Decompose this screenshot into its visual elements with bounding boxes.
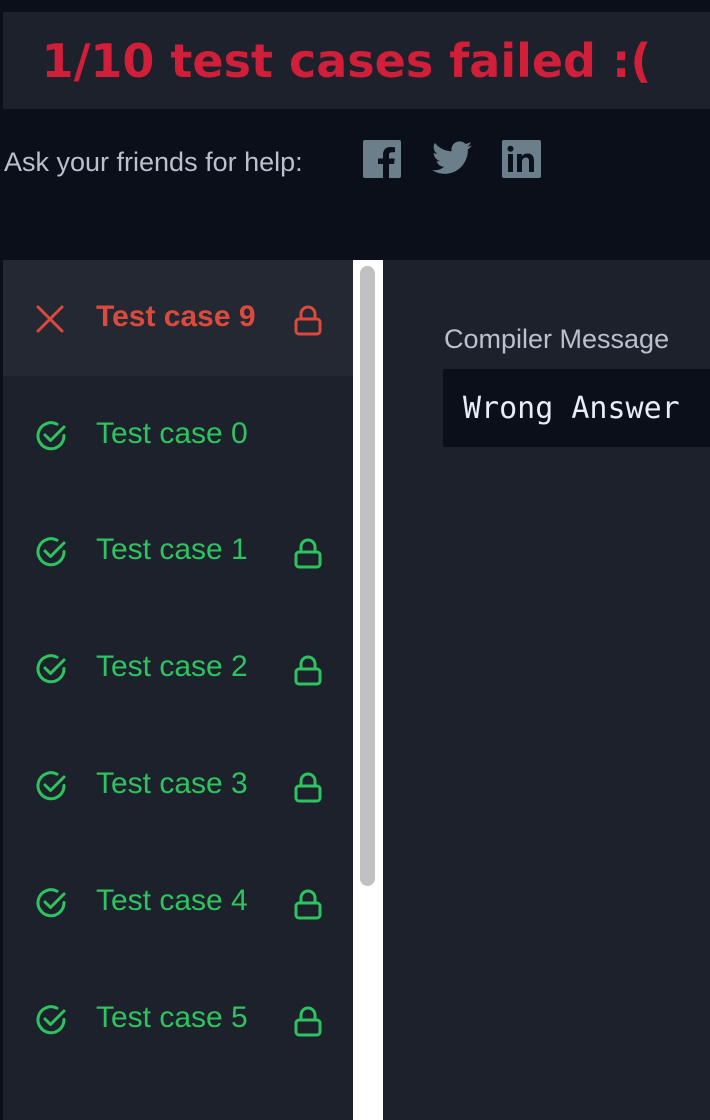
lock-icon bbox=[294, 538, 322, 574]
check-circle-icon bbox=[35, 770, 67, 806]
compiler-message-text: Wrong Answer bbox=[463, 390, 680, 426]
compiler-message-box: Wrong Answer bbox=[443, 369, 710, 447]
test-case-item[interactable]: Test case 4 bbox=[3, 844, 353, 960]
lock-icon bbox=[294, 1006, 322, 1042]
test-case-label: Test case 5 bbox=[96, 1001, 248, 1034]
result-detail-panel: Compiler Message Wrong Answer bbox=[383, 260, 710, 1120]
check-circle-icon bbox=[35, 1004, 67, 1040]
test-case-item[interactable]: Test case 0 bbox=[3, 377, 353, 493]
test-case-label: Test case 4 bbox=[96, 884, 248, 917]
test-case-list: Test case 9 Test case 0 Test case 1 Test… bbox=[3, 260, 353, 1120]
check-circle-icon bbox=[35, 420, 67, 456]
check-circle-icon bbox=[35, 536, 67, 572]
result-title: 1/10 test cases failed :( bbox=[41, 33, 652, 88]
check-circle-icon bbox=[35, 653, 67, 689]
share-row: Ask your friends for help: bbox=[4, 138, 303, 186]
result-banner: 1/10 test cases failed :( bbox=[3, 12, 710, 109]
test-case-item[interactable]: Test case 9 bbox=[3, 260, 353, 376]
share-label: Ask your friends for help: bbox=[4, 146, 303, 177]
test-case-label: Test case 3 bbox=[96, 767, 248, 800]
facebook-icon[interactable] bbox=[363, 140, 401, 182]
test-case-item[interactable]: Test case 3 bbox=[3, 727, 353, 843]
lock-icon bbox=[294, 655, 322, 691]
test-case-item[interactable]: Test case 2 bbox=[3, 611, 353, 727]
test-case-label: Test case 2 bbox=[96, 650, 248, 683]
test-case-label: Test case 1 bbox=[96, 533, 248, 566]
check-circle-icon bbox=[35, 887, 67, 923]
test-case-label: Test case 9 bbox=[96, 300, 256, 333]
test-case-label: Test case 0 bbox=[96, 417, 248, 450]
compiler-message-label: Compiler Message bbox=[444, 324, 670, 354]
scrollbar-thumb[interactable] bbox=[360, 266, 375, 886]
lock-icon bbox=[294, 889, 322, 925]
linkedin-icon[interactable] bbox=[502, 140, 541, 182]
scrollbar[interactable] bbox=[353, 260, 383, 1120]
test-case-item[interactable]: Test case 1 bbox=[3, 494, 353, 610]
twitter-icon[interactable] bbox=[432, 140, 472, 180]
test-case-item[interactable]: Test case 5 bbox=[3, 961, 353, 1077]
lock-icon bbox=[294, 772, 322, 808]
close-icon bbox=[35, 304, 65, 338]
lock-icon bbox=[294, 305, 322, 341]
